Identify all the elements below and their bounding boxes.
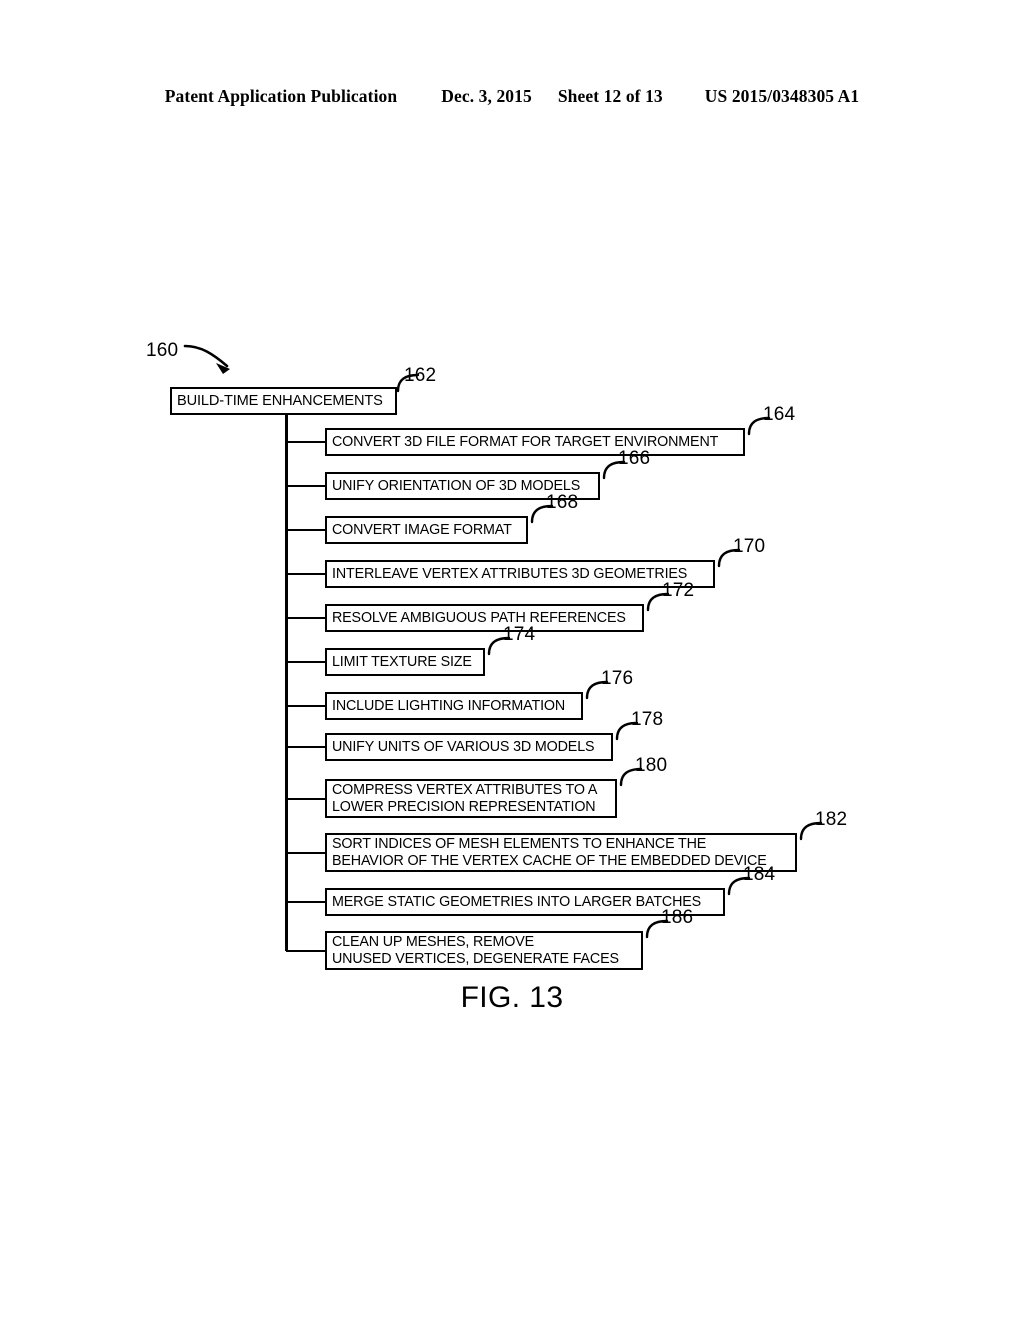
node-168[interactable]: CONVERT IMAGE FORMAT: [325, 516, 528, 544]
node-label: LIMIT TEXTURE SIZE: [332, 653, 472, 670]
ref-number-168: 168: [546, 492, 579, 513]
diagram-ref-160: 160: [146, 340, 179, 361]
connector-stub: [286, 705, 325, 707]
ref-number-186: 186: [661, 907, 694, 928]
node-label: LOWER PRECISION REPRESENTATION: [332, 798, 596, 815]
node-label: UNIFY UNITS OF VARIOUS 3D MODELS: [332, 738, 595, 755]
ref-number-180: 180: [635, 755, 668, 776]
node-label: INCLUDE LIGHTING INFORMATION: [332, 697, 566, 714]
connector-stub: [286, 851, 325, 854]
node-label: SORT INDICES OF MESH ELEMENTS TO ENHANCE…: [332, 836, 707, 852]
node-172[interactable]: RESOLVE AMBIGUOUS PATH REFERENCES: [325, 604, 644, 632]
connector-stub: [286, 529, 325, 531]
node-182[interactable]: SORT INDICES OF MESH ELEMENTS TO ENHANCE…: [325, 833, 797, 872]
connector-stub: [286, 485, 325, 487]
connector-stub: [286, 949, 325, 952]
connector-stub: [286, 441, 325, 443]
node-178[interactable]: UNIFY UNITS OF VARIOUS 3D MODELS: [325, 733, 613, 761]
ref-number-172: 172: [662, 580, 695, 601]
node-label: CONVERT 3D FILE FORMAT FOR TARGET ENVIRO…: [332, 433, 719, 450]
patent-figure-13: 160 BUILD-TIME ENHANCEMENTS 162 CONVERT …: [0, 0, 1024, 1320]
node-170[interactable]: INTERLEAVE VERTEX ATTRIBUTES 3D GEOMETRI…: [325, 560, 715, 588]
ref-number-174: 174: [503, 624, 536, 645]
connector-stub: [286, 573, 325, 575]
node-label: BUILD-TIME ENHANCEMENTS: [177, 392, 383, 409]
node-label: UNUSED VERTICES, DEGENERATE FACES: [332, 950, 619, 967]
connector-stub: [286, 617, 325, 619]
diagram-ref-arrow-icon: [183, 340, 243, 385]
ref-number-162: 162: [404, 365, 437, 386]
figure-caption: FIG. 13: [460, 981, 564, 1014]
node-label: COMPRESS VERTEX ATTRIBUTES TO A: [332, 782, 598, 798]
node-label: BEHAVIOR OF THE VERTEX CACHE OF THE EMBE…: [332, 852, 767, 869]
node-180[interactable]: COMPRESS VERTEX ATTRIBUTES TO A LOWER PRE…: [325, 779, 617, 818]
connector-stub: [286, 746, 325, 748]
node-label: RESOLVE AMBIGUOUS PATH REFERENCES: [332, 609, 626, 626]
connector-trunk: [285, 414, 288, 951]
node-label: CONVERT IMAGE FORMAT: [332, 521, 512, 538]
ref-number-166: 166: [618, 448, 651, 469]
connector-stub: [286, 901, 325, 903]
connector-stub: [286, 661, 325, 663]
ref-number-170: 170: [733, 536, 766, 557]
node-164[interactable]: CONVERT 3D FILE FORMAT FOR TARGET ENVIRO…: [325, 428, 745, 456]
ref-number-176: 176: [601, 668, 634, 689]
connector-stub: [286, 797, 325, 800]
ref-number-164: 164: [763, 404, 796, 425]
node-build-time-enhancements[interactable]: BUILD-TIME ENHANCEMENTS: [170, 387, 397, 415]
ref-number-182: 182: [815, 809, 848, 830]
ref-number-178: 178: [631, 709, 664, 730]
node-186[interactable]: CLEAN UP MESHES, REMOVE UNUSED VERTICES, …: [325, 931, 643, 970]
node-label: CLEAN UP MESHES, REMOVE: [332, 934, 535, 950]
node-label: INTERLEAVE VERTEX ATTRIBUTES 3D GEOMETRI…: [332, 565, 688, 582]
ref-number-184: 184: [743, 864, 776, 885]
node-176[interactable]: INCLUDE LIGHTING INFORMATION: [325, 692, 583, 720]
node-174[interactable]: LIMIT TEXTURE SIZE: [325, 648, 485, 676]
